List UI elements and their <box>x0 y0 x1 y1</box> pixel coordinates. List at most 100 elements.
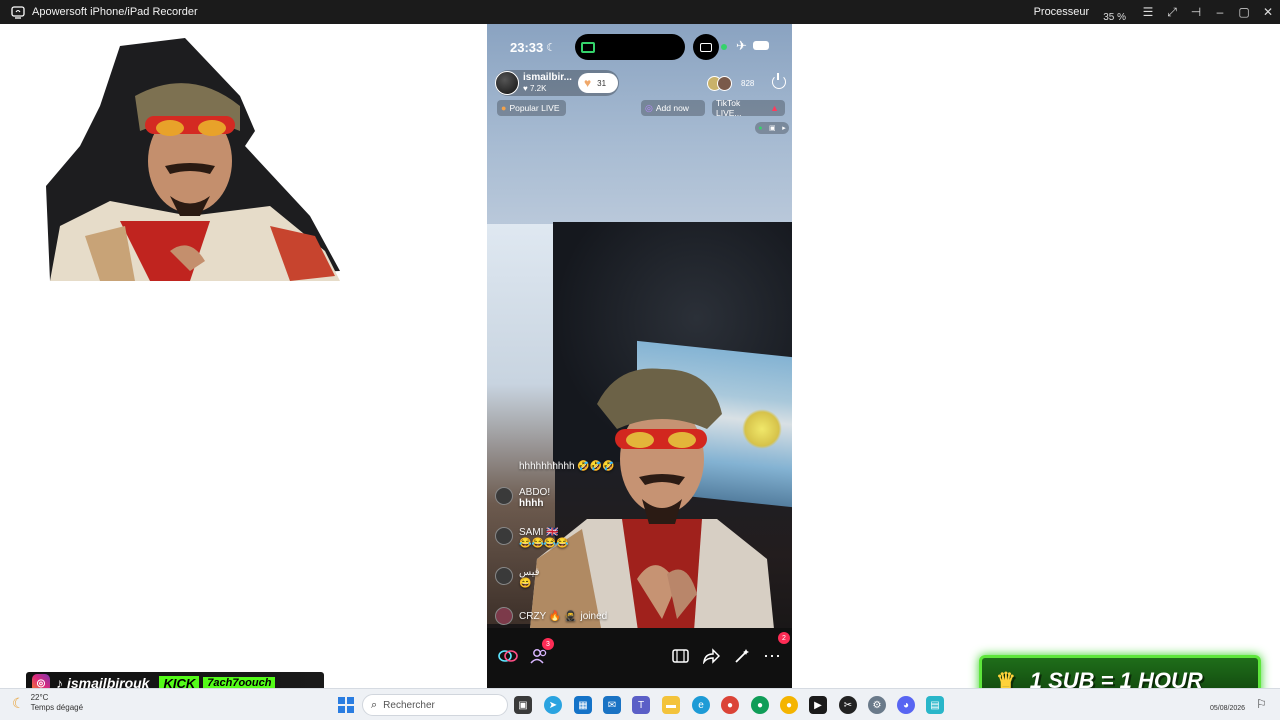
cpu-label: Processeur <box>1033 6 1090 18</box>
task-view-icon[interactable]: ▣ <box>514 696 532 714</box>
cpu-value: 35 % <box>1103 11 1126 23</box>
apowersoft-taskbar-icon[interactable]: ▤ <box>926 696 944 714</box>
expand-arrow-icon: ▸ <box>782 125 786 132</box>
fullscreen-icon[interactable]: ⤢ <box>1160 0 1184 24</box>
gift-coins-count: 31 <box>597 78 607 88</box>
viewer-list[interactable]: 828 <box>707 73 754 93</box>
camera-icon: ▣ <box>769 125 776 132</box>
windows-taskbar: ☾ 22°C Temps dégagé ⌕ Rechercher ▣ ➤ ▦ ✉… <box>0 688 1280 720</box>
add-now-chip[interactable]: ◎ Add now <box>641 100 705 116</box>
window-title: Apowersoft iPhone/iPad Recorder <box>32 6 198 18</box>
discord-icon[interactable]: ◕ <box>897 696 915 714</box>
host-name: ismailbir... <box>523 72 572 83</box>
teams-icon[interactable]: T <box>632 696 650 714</box>
search-icon: ⌕ <box>371 698 378 711</box>
live-dot-icon: ● <box>758 124 763 132</box>
status-time: 23:33 <box>510 39 544 55</box>
camera-indicator-icon <box>693 34 719 60</box>
chrome-profile-icon[interactable]: ● <box>751 696 769 714</box>
viewer-count: 828 <box>741 78 755 88</box>
windows-start-icon[interactable] <box>338 697 354 713</box>
popular-live-chip[interactable]: ● Popular LIVE <box>497 100 566 116</box>
comment-username: SAMI 🇬🇧 <box>519 527 559 538</box>
magic-wand-icon[interactable] <box>730 644 754 668</box>
tiktok-live-label: TikTok LIVE... <box>716 98 742 118</box>
search-placeholder: Rechercher <box>383 699 435 711</box>
streaming-app-icon[interactable]: ▶ <box>809 696 827 714</box>
focus-moon-icon: ☾ <box>546 41 557 54</box>
popular-live-label: Popular LIVE <box>509 103 560 113</box>
comment-username: قيس <box>519 567 540 578</box>
comment-row: hhhhhhhhhh 🤣🤣🤣 <box>519 461 615 472</box>
screen: Apowersoft iPhone/iPad Recorder Processe… <box>0 0 1280 720</box>
comment-row: قيس 😄 <box>495 567 540 589</box>
live-bottom-toolbar: 3 ⋯ 2 <box>487 628 792 688</box>
comment-avatar <box>495 487 513 505</box>
notification-bell-icon[interactable]: ⚐ <box>1256 697 1267 711</box>
host-likes-count: 7.2K <box>529 84 547 93</box>
comment-message: 😄 <box>519 578 532 589</box>
host-likes: ♥ 7.2K <box>523 84 547 93</box>
comment-avatar <box>495 527 513 545</box>
add-now-icon: ◎ <box>645 102 653 113</box>
close-button[interactable]: ✕ <box>1256 0 1280 24</box>
guests-icon[interactable]: 3 <box>527 638 554 668</box>
popular-flame-icon: ● <box>501 103 507 113</box>
warning-icon: ▲ <box>770 103 779 113</box>
apowersoft-logo-icon <box>11 6 25 19</box>
maximize-button[interactable]: ▢ <box>1232 0 1256 24</box>
host-avatar[interactable] <box>495 71 519 95</box>
outlook-icon[interactable]: ✉ <box>603 696 621 714</box>
comment-message: hhhhhhhhhh 🤣🤣🤣 <box>519 461 615 472</box>
comment-avatar <box>495 607 513 625</box>
gift-coins-pill[interactable]: ♥ 31 <box>578 73 618 93</box>
capcut-icon[interactable]: ✂ <box>839 696 857 714</box>
join-username: CRZY 🔥 🥷 <box>519 610 577 622</box>
guests-badge: 3 <box>542 638 554 650</box>
app-store-icon[interactable]: ▦ <box>574 696 592 714</box>
ios-status-bar: 23:33 ☾ ✈ <box>487 32 792 62</box>
file-explorer-icon[interactable]: ▬ <box>662 696 680 714</box>
camera-active-dot <box>721 44 727 50</box>
end-live-power-icon[interactable] <box>772 73 786 89</box>
chrome-profile-2-icon[interactable]: ● <box>780 696 798 714</box>
minimize-button[interactable]: – <box>1208 0 1232 24</box>
dynamic-island <box>575 34 685 60</box>
settings-gear-icon[interactable]: ⚙ <box>868 696 886 714</box>
more-badge: 2 <box>778 632 790 644</box>
moon-weather-icon: ☾ <box>12 695 25 711</box>
weather-description: Temps dégagé <box>30 703 84 712</box>
pin-icon[interactable]: ⊣ <box>1184 0 1208 24</box>
link-icon[interactable] <box>496 644 520 668</box>
viewer-avatar <box>717 75 732 91</box>
join-message: joined <box>580 610 608 622</box>
taskbar-search-box[interactable]: ⌕ Rechercher <box>362 694 508 716</box>
battery-icon <box>753 41 769 50</box>
comment-username: ABDO! <box>519 487 551 498</box>
add-now-label: Add now <box>655 103 689 113</box>
comment-message: hhhh <box>519 498 544 509</box>
comment-message: 😂😂😂😂 <box>519 538 569 549</box>
weather-widget[interactable]: ☾ 22°C Temps dégagé <box>12 693 83 713</box>
taskbar-date: 05/08/2026 <box>1210 705 1246 712</box>
share-icon[interactable] <box>699 644 723 668</box>
chrome-icon[interactable]: ● <box>721 696 739 714</box>
telegram-icon[interactable]: ➤ <box>544 696 562 714</box>
more-options-icon[interactable]: ⋯ <box>760 644 784 668</box>
comment-avatar <box>495 567 513 585</box>
list-menu-icon[interactable]: ☰ <box>1136 0 1160 24</box>
edge-icon[interactable]: e <box>692 696 710 714</box>
gallery-icon[interactable] <box>668 644 692 668</box>
comment-row: SAMI 🇬🇧 😂😂😂😂 <box>495 527 569 549</box>
screen-mirroring-icon <box>581 41 595 53</box>
mini-controls[interactable]: ● ▣ ▸ <box>755 122 789 134</box>
comment-row: ABDO! hhhh <box>495 487 550 509</box>
weather-temperature: 22°C <box>30 693 49 702</box>
recorder-title-bar: Apowersoft iPhone/iPad Recorder Processe… <box>0 0 1280 24</box>
join-row: CRZY 🔥 🥷 joined <box>495 607 607 625</box>
heart-gift-icon: ♥ <box>584 76 592 90</box>
airplane-mode-icon: ✈ <box>736 38 747 53</box>
phone-screen: 23:33 ☾ ✈ ismailbir... ♥ 7.2K ♥ 31 828 ●… <box>487 24 792 688</box>
tiktok-live-chip[interactable]: TikTok LIVE... ▲ <box>712 98 785 118</box>
webcam-cutout <box>46 38 340 281</box>
